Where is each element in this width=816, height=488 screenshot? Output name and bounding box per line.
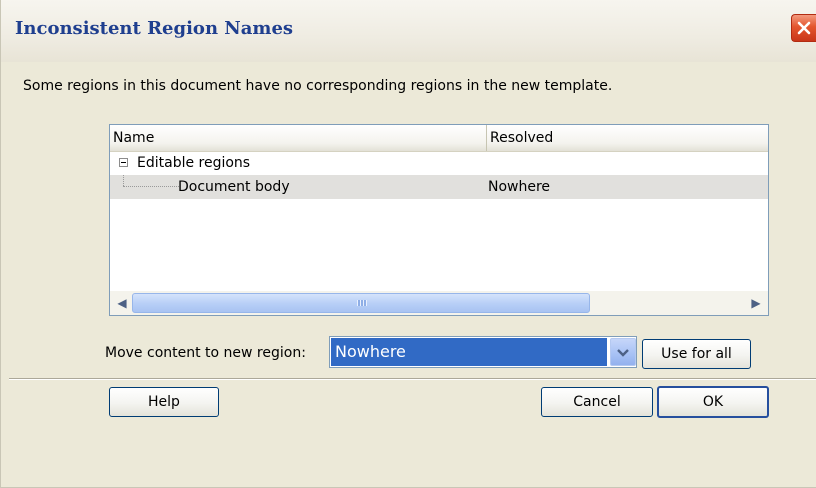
scroll-left-icon[interactable]: ◀ [112, 293, 132, 313]
message-text: Some regions in this document have no co… [23, 78, 613, 94]
cancel-button[interactable]: Cancel [541, 387, 653, 417]
collapse-icon[interactable] [119, 158, 128, 167]
tree-connector [123, 175, 124, 186]
column-header-resolved[interactable]: Resolved [487, 125, 768, 151]
new-region-selected-value[interactable]: Nowhere [331, 338, 607, 366]
scroll-right-icon[interactable]: ▶ [746, 293, 766, 313]
move-content-label: Move content to new region: [105, 345, 306, 361]
region-resolved-cell: Nowhere [488, 179, 551, 195]
tree-connector-horizontal [123, 186, 179, 187]
scrollbar-grip [357, 300, 367, 306]
region-list[interactable]: Name Resolved Editable regions Document … [109, 124, 769, 316]
group-label: Editable regions [137, 155, 251, 171]
use-for-all-button[interactable]: Use for all [642, 339, 751, 369]
inconsistent-region-names-dialog: Inconsistent Region Names Some regions i… [0, 0, 816, 488]
table-row[interactable]: Document body Nowhere [110, 175, 768, 199]
scrollbar-thumb[interactable] [132, 293, 590, 313]
region-name-cell: Document body [178, 179, 290, 195]
tree-group-editable-regions[interactable]: Editable regions [110, 151, 768, 175]
column-header-name[interactable]: Name [110, 125, 487, 151]
close-icon [797, 21, 811, 35]
ok-button[interactable]: OK [657, 386, 769, 418]
separator [9, 378, 816, 380]
dialog-title: Inconsistent Region Names [15, 18, 294, 39]
title-bar[interactable]: Inconsistent Region Names [1, 0, 816, 62]
help-button[interactable]: Help [109, 387, 219, 417]
close-button[interactable] [791, 14, 816, 42]
horizontal-scrollbar[interactable]: ◀ ▶ [110, 291, 768, 315]
dropdown-button[interactable] [610, 338, 636, 366]
new-region-dropdown[interactable]: Nowhere [329, 336, 637, 368]
list-header: Name Resolved [110, 125, 768, 152]
chevron-down-icon [617, 349, 629, 357]
